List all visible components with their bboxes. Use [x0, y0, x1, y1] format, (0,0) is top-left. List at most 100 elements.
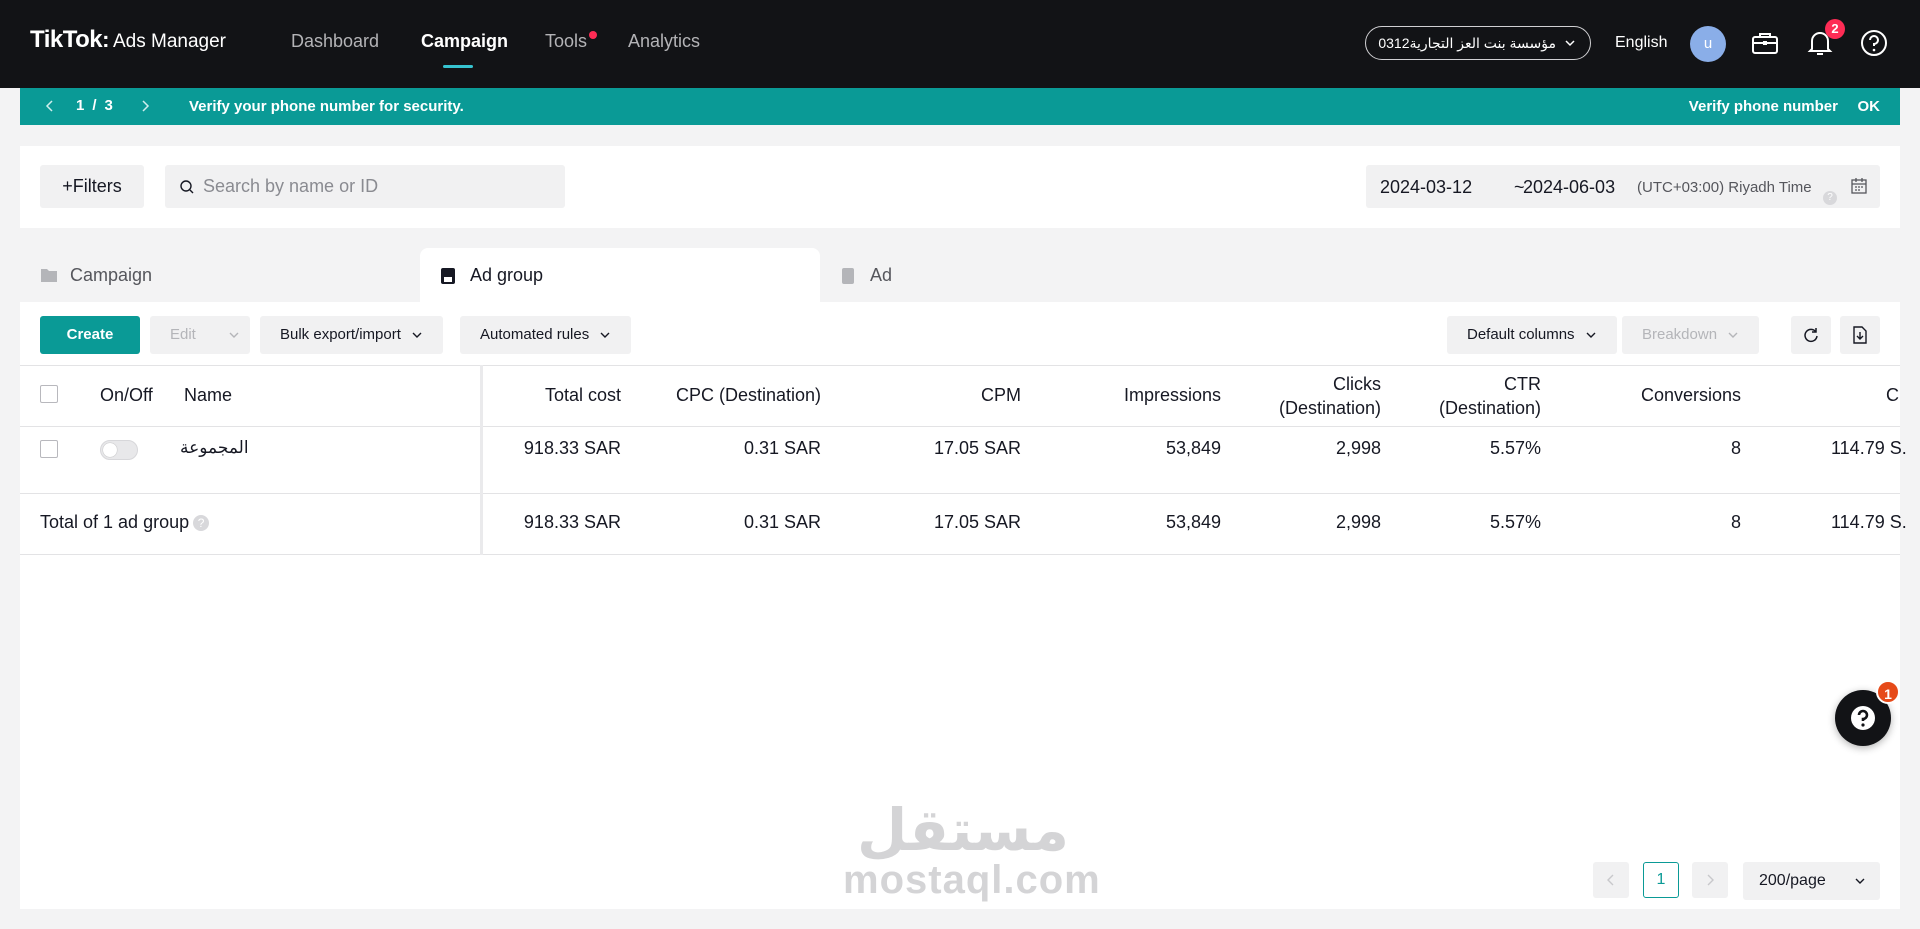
download-file-icon: [1853, 326, 1867, 344]
cell-cpm: 17.05 SAR: [933, 438, 1021, 458]
total-clicks: 2,998: [1335, 512, 1381, 532]
export-button[interactable]: [1840, 316, 1880, 354]
tab-ad-group-label: Ad group: [470, 265, 544, 285]
search-box[interactable]: [165, 165, 565, 208]
breakdown-dropdown[interactable]: Breakdown: [1622, 316, 1760, 354]
refresh-button[interactable]: [1791, 316, 1831, 354]
notification-count-badge: 2: [1825, 19, 1845, 39]
tools-notification-dot: [589, 31, 597, 39]
briefcase-icon[interactable]: [1750, 28, 1780, 58]
cell-cost-per-conversion: 114.79 S.: [1831, 438, 1907, 458]
account-name: مؤسسة بنت العز التجارية0312: [1378, 35, 1556, 51]
page-number-current[interactable]: 1: [1643, 862, 1679, 898]
timezone-label: (UTC+03:00) Riyadh Time: [1637, 179, 1812, 196]
chevron-down-icon: [1728, 332, 1738, 339]
total-cpc: 0.31 SAR: [743, 512, 821, 532]
watermark-latin: mostaql.com: [843, 858, 1101, 902]
fixed-column-divider: [480, 365, 483, 555]
help-icon[interactable]: [1859, 28, 1889, 58]
col-conversions[interactable]: Conversions: [1541, 385, 1741, 406]
banner-pager: 1 / 3: [44, 97, 151, 114]
col-clicks[interactable]: Clicks (Destination): [1221, 372, 1381, 420]
automated-rules-dropdown[interactable]: Automated rules: [460, 316, 632, 354]
select-all-checkbox[interactable]: [40, 385, 58, 403]
prev-page-button[interactable]: [1593, 862, 1629, 898]
cell-impressions: 53,849: [1165, 438, 1221, 458]
language-switcher[interactable]: English: [1615, 34, 1667, 52]
search-input[interactable]: [203, 165, 553, 208]
cell-total-cost: 918.33 SAR: [523, 438, 621, 458]
account-selector[interactable]: مؤسسة بنت العز التجارية0312: [1365, 26, 1591, 60]
calendar-icon[interactable]: [1850, 177, 1868, 195]
banner-page-current: 1: [76, 97, 85, 114]
total-help-icon[interactable]: ?: [193, 515, 210, 532]
columns-label: Default columns: [1467, 326, 1575, 343]
chevron-down-icon: [600, 332, 610, 339]
col-total-cost[interactable]: Total cost: [490, 385, 621, 406]
on-off-toggle[interactable]: [100, 440, 138, 460]
chevron-right-icon: [1707, 874, 1714, 886]
tiktok-ads-manager-logo[interactable]: TikTok: Ads Manager: [30, 26, 226, 54]
table-row[interactable]: المجموعة 918.33 SAR 0.31 SAR 17.05 SAR 5…: [20, 427, 1907, 493]
col-name[interactable]: Name: [184, 385, 232, 406]
breakdown-label: Breakdown: [1642, 326, 1718, 343]
total-label-wrap: Total of 1 ad group?: [40, 512, 210, 533]
tab-ad[interactable]: Ad: [820, 248, 1220, 302]
total-conversions: 8: [1730, 512, 1741, 532]
date-range-picker[interactable]: 2024-03-12 ~ 2024-06-03 (UTC+03:00) Riya…: [1366, 165, 1880, 208]
page-size-select[interactable]: 200/page: [1743, 862, 1880, 900]
col-cost-per-conversion-truncated[interactable]: C: [1886, 385, 1899, 406]
chevron-down-icon: [229, 332, 239, 339]
cell-cpc: 0.31 SAR: [743, 438, 821, 458]
total-row: Total of 1 ad group? 918.33 SAR 0.31 SAR…: [20, 493, 1907, 555]
table-header: On/Off Name Total cost CPC (Destination)…: [20, 365, 1900, 427]
row-checkbox[interactable]: [40, 440, 58, 458]
nav-tools[interactable]: Tools: [545, 31, 587, 52]
bulk-export-import-dropdown[interactable]: Bulk export/import: [260, 316, 444, 354]
cell-ctr: 5.57%: [1489, 438, 1541, 458]
page-size-value: 200/page: [1759, 872, 1826, 889]
refresh-icon: [1804, 328, 1818, 343]
tab-campaign[interactable]: Campaign: [20, 248, 420, 302]
total-cpm: 17.05 SAR: [933, 512, 1021, 532]
total-label: Total of 1 ad group: [40, 512, 190, 532]
col-cpc[interactable]: CPC (Destination): [621, 385, 821, 406]
filters-button[interactable]: +Filters: [40, 165, 144, 208]
col-ctr[interactable]: CTR (Destination): [1381, 372, 1541, 420]
default-columns-dropdown[interactable]: Default columns: [1447, 316, 1617, 354]
nav-analytics[interactable]: Analytics: [628, 31, 700, 52]
total-impressions: 53,849: [1165, 512, 1221, 532]
chevron-down-icon: [1565, 40, 1575, 47]
toggle-knob: [103, 443, 117, 457]
chevron-left-icon[interactable]: [44, 99, 56, 113]
support-unread-badge: 1: [1876, 680, 1900, 704]
edit-dropdown[interactable]: Edit: [150, 316, 250, 354]
col-cpm[interactable]: CPM: [821, 385, 1021, 406]
search-icon: [180, 180, 194, 194]
chevron-right-icon[interactable]: [139, 99, 151, 113]
chevron-down-icon: [1855, 878, 1865, 884]
logo-text: TikTok: [30, 26, 103, 53]
bulk-label: Bulk export/import: [280, 326, 401, 343]
col-impressions[interactable]: Impressions: [1021, 385, 1221, 406]
verify-phone-link[interactable]: Verify phone number: [1689, 98, 1838, 115]
date-end: 2024-06-03: [1523, 177, 1616, 197]
ad-group-name[interactable]: المجموعة: [180, 438, 249, 458]
tab-ad-group[interactable]: Ad group: [420, 248, 820, 302]
col-clicks-line1: Clicks: [1333, 374, 1381, 394]
next-page-button[interactable]: [1692, 862, 1728, 898]
banner-ok-button[interactable]: OK: [1858, 98, 1881, 115]
create-button[interactable]: Create: [40, 316, 140, 354]
ad-icon: [842, 268, 854, 284]
avatar[interactable]: u: [1690, 26, 1726, 62]
nav-dashboard[interactable]: Dashboard: [291, 31, 379, 52]
filter-panel: +Filters 2024-03-12 ~ 2024-06-03 (UTC+03…: [20, 146, 1900, 228]
logo-sub: Ads Manager: [112, 31, 226, 52]
verify-phone-banner: 1 / 3 Verify your phone number for secur…: [20, 88, 1900, 125]
date-start: 2024-03-12: [1380, 177, 1473, 197]
chevron-down-icon: [412, 332, 422, 339]
col-on-off[interactable]: On/Off: [100, 385, 153, 406]
col-ctr-line2: (Destination): [1438, 398, 1541, 418]
folder-icon: [41, 269, 57, 282]
nav-campaign[interactable]: Campaign: [421, 31, 508, 52]
